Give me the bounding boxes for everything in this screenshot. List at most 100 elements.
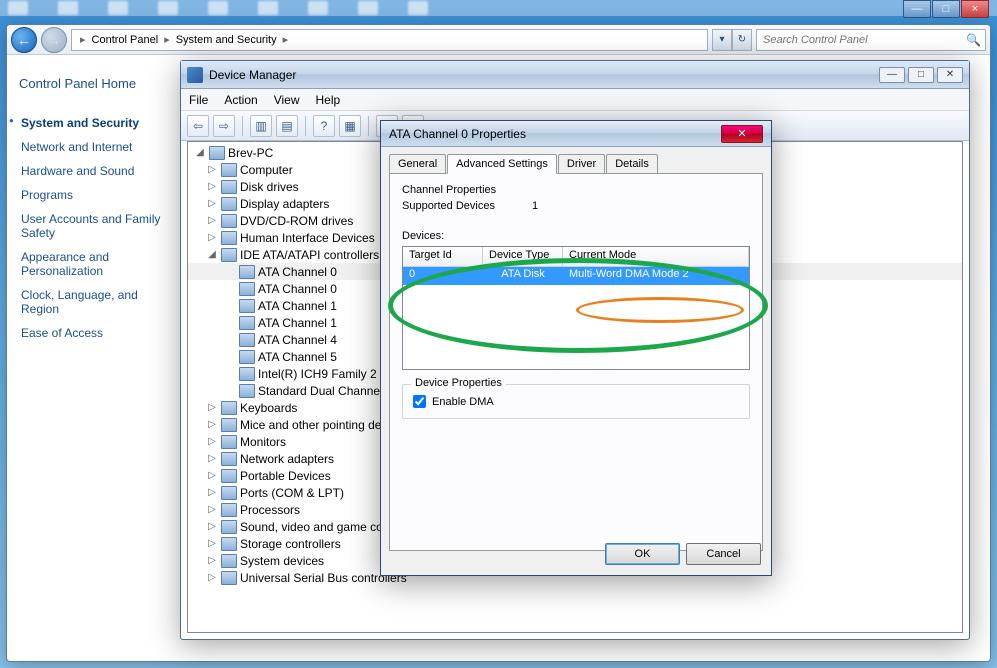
sidebar-item-user-accounts-and-family-safety[interactable]: User Accounts and Family Safety (19, 207, 165, 245)
device-category-icon (221, 248, 237, 262)
col-device-type[interactable]: Device Type (483, 247, 563, 267)
properties-tabs: General Advanced Settings Driver Details (389, 154, 763, 174)
outer-minimize-button[interactable]: — (903, 0, 931, 18)
expander-icon[interactable]: ▷ (206, 215, 218, 226)
window-controls-outer: — □ × (902, 0, 989, 18)
device-properties-group: Device Properties Enable DMA (402, 384, 750, 419)
supported-devices-value: 1 (532, 200, 538, 212)
tb-show-hide-button[interactable]: ▥ (250, 115, 272, 137)
col-current-mode[interactable]: Current Mode (563, 247, 749, 267)
expander-icon[interactable]: ▷ (206, 555, 218, 566)
expander-icon[interactable]: ▷ (206, 572, 218, 583)
sidebar-item-system-and-security[interactable]: System and Security (19, 111, 165, 135)
expander-icon[interactable]: ▷ (206, 164, 218, 175)
devices-list[interactable]: Target Id Device Type Current Mode 0 ATA… (402, 246, 750, 370)
tb-properties-button[interactable]: ▤ (276, 115, 298, 137)
search-input[interactable] (757, 30, 957, 50)
taskbar-app-icon (158, 1, 178, 15)
device-category-icon (221, 214, 237, 228)
expander-icon[interactable]: ▷ (206, 470, 218, 481)
menu-action[interactable]: Action (224, 93, 257, 107)
properties-titlebar: ATA Channel 0 Properties ✕ (381, 121, 771, 147)
crumb-control-panel[interactable]: Control Panel (90, 34, 161, 46)
menu-file[interactable]: File (189, 93, 208, 107)
device-category-icon (221, 418, 237, 432)
cell-current-mode: Multi-Word DMA Mode 2 (563, 267, 749, 285)
device-category-icon (221, 571, 237, 585)
controller-icon (239, 333, 255, 347)
expander-icon[interactable]: ▷ (206, 419, 218, 430)
sidebar-item-network-and-internet[interactable]: Network and Internet (19, 135, 165, 159)
device-category-icon (221, 486, 237, 500)
device-category-icon (221, 401, 237, 415)
tb-forward-button[interactable]: ⇨ (213, 115, 235, 137)
expander-icon[interactable]: ▷ (206, 504, 218, 515)
expander-icon[interactable]: ▷ (206, 181, 218, 192)
menu-help[interactable]: Help (316, 93, 341, 107)
dm-minimize-button[interactable]: — (879, 67, 905, 83)
controller-icon (239, 299, 255, 313)
controller-icon (239, 316, 255, 330)
device-category-icon (221, 520, 237, 534)
search-box[interactable]: 🔍 (756, 29, 986, 51)
expander-icon[interactable]: ▷ (206, 521, 218, 532)
taskbar-app-icon (408, 1, 428, 15)
nav-back-button[interactable]: ← (11, 27, 37, 53)
expander-icon[interactable]: ▷ (206, 198, 218, 209)
properties-close-button[interactable]: ✕ (721, 125, 763, 143)
expander-icon[interactable]: ▷ (206, 436, 218, 447)
device-row-0[interactable]: 0 ATA Disk Multi-Word DMA Mode 2 (403, 267, 749, 285)
taskbar-app-icon (8, 1, 28, 15)
properties-title: ATA Channel 0 Properties (389, 127, 526, 141)
device-category-icon (221, 197, 237, 211)
sidebar-home[interactable]: Control Panel Home (17, 71, 167, 96)
desktop-taskbar-blur (0, 0, 997, 16)
outer-close-button[interactable]: × (961, 0, 989, 18)
dm-close-button[interactable]: ✕ (937, 67, 963, 83)
device-category-icon (221, 503, 237, 517)
device-category-icon (221, 537, 237, 551)
enable-dma-checkbox-row[interactable]: Enable DMA (413, 395, 739, 408)
tb-back-button[interactable]: ⇦ (187, 115, 209, 137)
sidebar-item-hardware-and-sound[interactable]: Hardware and Sound (19, 159, 165, 183)
taskbar-app-icon (58, 1, 78, 15)
expander-icon[interactable]: ▷ (206, 402, 218, 413)
enable-dma-label: Enable DMA (432, 396, 494, 408)
cancel-button[interactable]: Cancel (686, 543, 761, 565)
tb-help-button[interactable]: ? (313, 115, 335, 137)
menu-view[interactable]: View (274, 93, 300, 107)
addr-refresh-button[interactable]: ↻ (732, 29, 752, 51)
taskbar-app-icon (308, 1, 328, 15)
sidebar-item-clock-language-and-region[interactable]: Clock, Language, and Region (19, 283, 165, 321)
ok-button[interactable]: OK (605, 543, 680, 565)
sidebar-item-ease-of-access[interactable]: Ease of Access (19, 321, 165, 345)
expander-icon[interactable]: ◢ (206, 249, 218, 260)
device-category-icon (221, 435, 237, 449)
tab-general[interactable]: General (389, 154, 446, 173)
device-category-icon (221, 554, 237, 568)
device-category-icon (221, 231, 237, 245)
crumb-system-security[interactable]: System and Security (174, 34, 279, 46)
tb-scan-button[interactable]: ▦ (339, 115, 361, 137)
outer-maximize-button[interactable]: □ (932, 0, 960, 18)
taskbar-app-icon (358, 1, 378, 15)
tab-driver[interactable]: Driver (558, 154, 605, 173)
collapse-icon[interactable]: ◢ (194, 147, 206, 158)
devices-label: Devices: (402, 230, 750, 242)
breadcrumb[interactable]: ▸ Control Panel ▸ System and Security ▸ (71, 29, 708, 51)
tab-advanced-settings[interactable]: Advanced Settings (447, 154, 557, 174)
enable-dma-checkbox[interactable] (413, 395, 426, 408)
col-target-id[interactable]: Target Id (403, 247, 483, 267)
ata-properties-dialog: ATA Channel 0 Properties ✕ General Advan… (380, 120, 772, 576)
dm-maximize-button[interactable]: □ (908, 67, 934, 83)
sidebar-item-appearance-and-personalization[interactable]: Appearance and Personalization (19, 245, 165, 283)
expander-icon[interactable]: ▷ (206, 232, 218, 243)
addr-dropdown-button[interactable]: ▾ (712, 29, 732, 51)
expander-icon[interactable]: ▷ (206, 453, 218, 464)
device-properties-label: Device Properties (411, 377, 506, 389)
device-manager-icon (187, 67, 203, 83)
sidebar-item-programs[interactable]: Programs (19, 183, 165, 207)
tab-details[interactable]: Details (606, 154, 658, 173)
expander-icon[interactable]: ▷ (206, 538, 218, 549)
expander-icon[interactable]: ▷ (206, 487, 218, 498)
